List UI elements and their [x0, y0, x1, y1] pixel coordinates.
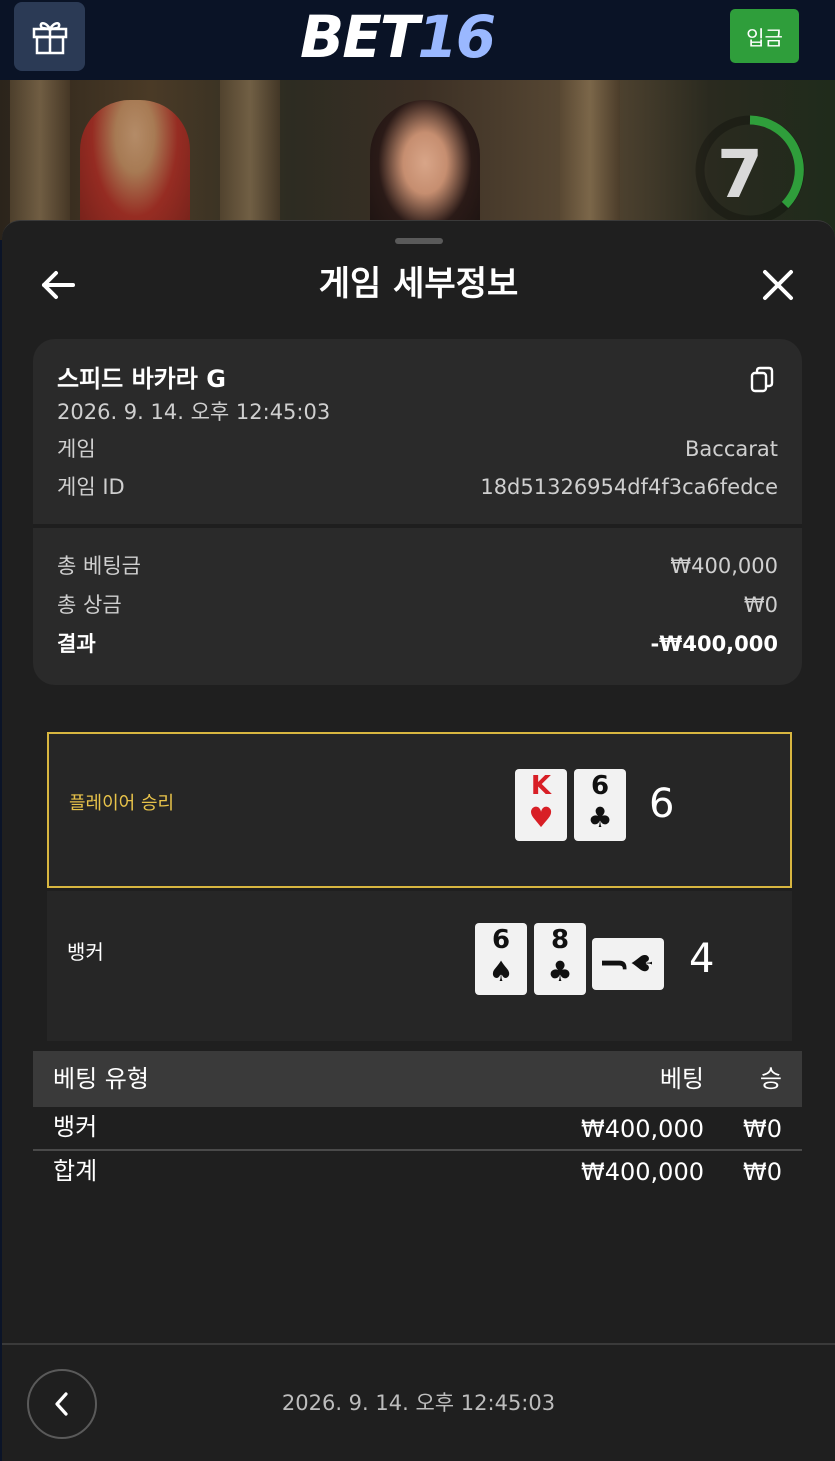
video-background-pillar: [560, 80, 620, 240]
result-label: 결과: [57, 632, 96, 656]
total-label: 총 상금: [57, 593, 122, 617]
card-rank: 6: [491, 925, 511, 955]
card-suit-club-icon: ♣: [547, 955, 573, 988]
total-value: ₩0: [743, 593, 778, 617]
video-background-pillar: [220, 80, 280, 240]
info-row-game-id: 게임 ID 18d51326954df4f3ca6fedce: [57, 472, 778, 502]
info-row-game: 게임 Baccarat: [57, 434, 778, 464]
top-bar: BET16 입금: [0, 0, 835, 80]
playing-card: K ♥: [515, 769, 567, 841]
deposit-button[interactable]: 입금: [730, 9, 799, 63]
total-win-cell: ₩0: [743, 1158, 782, 1186]
banker-score: 4: [689, 936, 715, 982]
player-score: 6: [649, 781, 675, 827]
game-datetime: 2026. 9. 14. 오후 12:45:03: [57, 400, 331, 424]
dealer-left-image: [80, 100, 190, 240]
bet-type-cell: 뱅커: [53, 1113, 98, 1141]
playing-card: 8 ♣: [534, 923, 586, 995]
logo-text-number: 16: [417, 3, 496, 71]
total-value: ₩400,000: [670, 554, 778, 578]
totals-section: 총 베팅금 ₩400,000 총 상금 ₩0 결과 -₩400,000: [33, 528, 802, 685]
gift-button[interactable]: [14, 2, 85, 71]
player-result-box: 플레이어 승리 K ♥ 6 ♣ 6: [47, 732, 792, 888]
sheet-title: 게임 세부정보: [318, 264, 519, 304]
playing-card: 6 ♠: [475, 923, 527, 995]
card-rank: 6: [590, 771, 610, 801]
copy-icon: [750, 366, 774, 393]
card-rank: 8: [550, 925, 570, 955]
banker-result-box: 뱅커 6 ♠ 8 ♣ J ♠ 4: [47, 891, 792, 1041]
copy-button[interactable]: [747, 365, 777, 395]
game-details-sheet: 게임 세부정보 스피드 바카라 G 2026. 9. 14. 오후 12:45:…: [2, 220, 835, 1461]
table-row: 뱅커 ₩400,000 ₩0: [33, 1107, 802, 1151]
video-background-pillar: [10, 80, 70, 240]
total-bet-row: 총 베팅금 ₩400,000: [57, 551, 778, 581]
total-label: 총 베팅금: [57, 554, 141, 578]
card-suit-spade-icon: ♠: [626, 950, 659, 976]
result-row: 결과 -₩400,000: [57, 629, 778, 659]
card-suit-spade-icon: ♠: [488, 955, 514, 988]
brand-logo[interactable]: BET16: [300, 3, 496, 71]
info-label: 게임 ID: [57, 475, 125, 499]
total-bet-cell: ₩400,000: [581, 1158, 704, 1186]
countdown-number: 7: [717, 136, 763, 213]
game-summary-card: 스피드 바카라 G 2026. 9. 14. 오후 12:45:03 게임 Ba…: [33, 339, 802, 685]
column-header-bet-type: 베팅 유형: [53, 1065, 149, 1093]
result-value: -₩400,000: [650, 632, 778, 656]
total-type-cell: 합계: [53, 1157, 98, 1185]
card-rank: J: [598, 958, 628, 968]
info-value[interactable]: 18d51326954df4f3ca6fedce: [480, 472, 778, 502]
game-info-section: 스피드 바카라 G 2026. 9. 14. 오후 12:45:03 게임 Ba…: [33, 339, 802, 524]
card-rank: K: [530, 771, 552, 801]
info-value: Baccarat: [685, 437, 778, 461]
footer-divider: [2, 1343, 835, 1345]
banker-result-label: 뱅커: [67, 940, 104, 964]
playing-card: 6 ♣: [574, 769, 626, 841]
win-amount-cell: ₩0: [743, 1115, 782, 1143]
sheet-grabber[interactable]: [395, 238, 443, 244]
close-icon: [763, 270, 793, 300]
card-suit-heart-icon: ♥: [528, 801, 554, 834]
player-result-label: 플레이어 승리: [69, 793, 175, 814]
column-header-win: 승: [759, 1065, 782, 1093]
footer-datetime: 2026. 9. 14. 오후 12:45:03: [281, 1391, 556, 1415]
playing-card-rotated: J ♠: [592, 938, 664, 990]
table-total-row: 합계 ₩400,000 ₩0: [33, 1151, 802, 1195]
game-name: 스피드 바카라 G: [57, 365, 226, 393]
logo-text-main: BET: [300, 3, 419, 71]
card-suit-club-icon: ♣: [587, 801, 613, 834]
column-header-bet: 베팅: [659, 1065, 704, 1093]
live-video: 7: [0, 80, 835, 240]
total-win-row: 총 상금 ₩0: [57, 590, 778, 620]
close-button[interactable]: [758, 265, 798, 305]
bets-table-header: 베팅 유형 베팅 승: [33, 1051, 802, 1107]
dealer-center-image: [370, 100, 480, 240]
info-label: 게임: [57, 437, 96, 461]
gift-icon: [32, 21, 67, 54]
bet-amount-cell: ₩400,000: [581, 1115, 704, 1143]
